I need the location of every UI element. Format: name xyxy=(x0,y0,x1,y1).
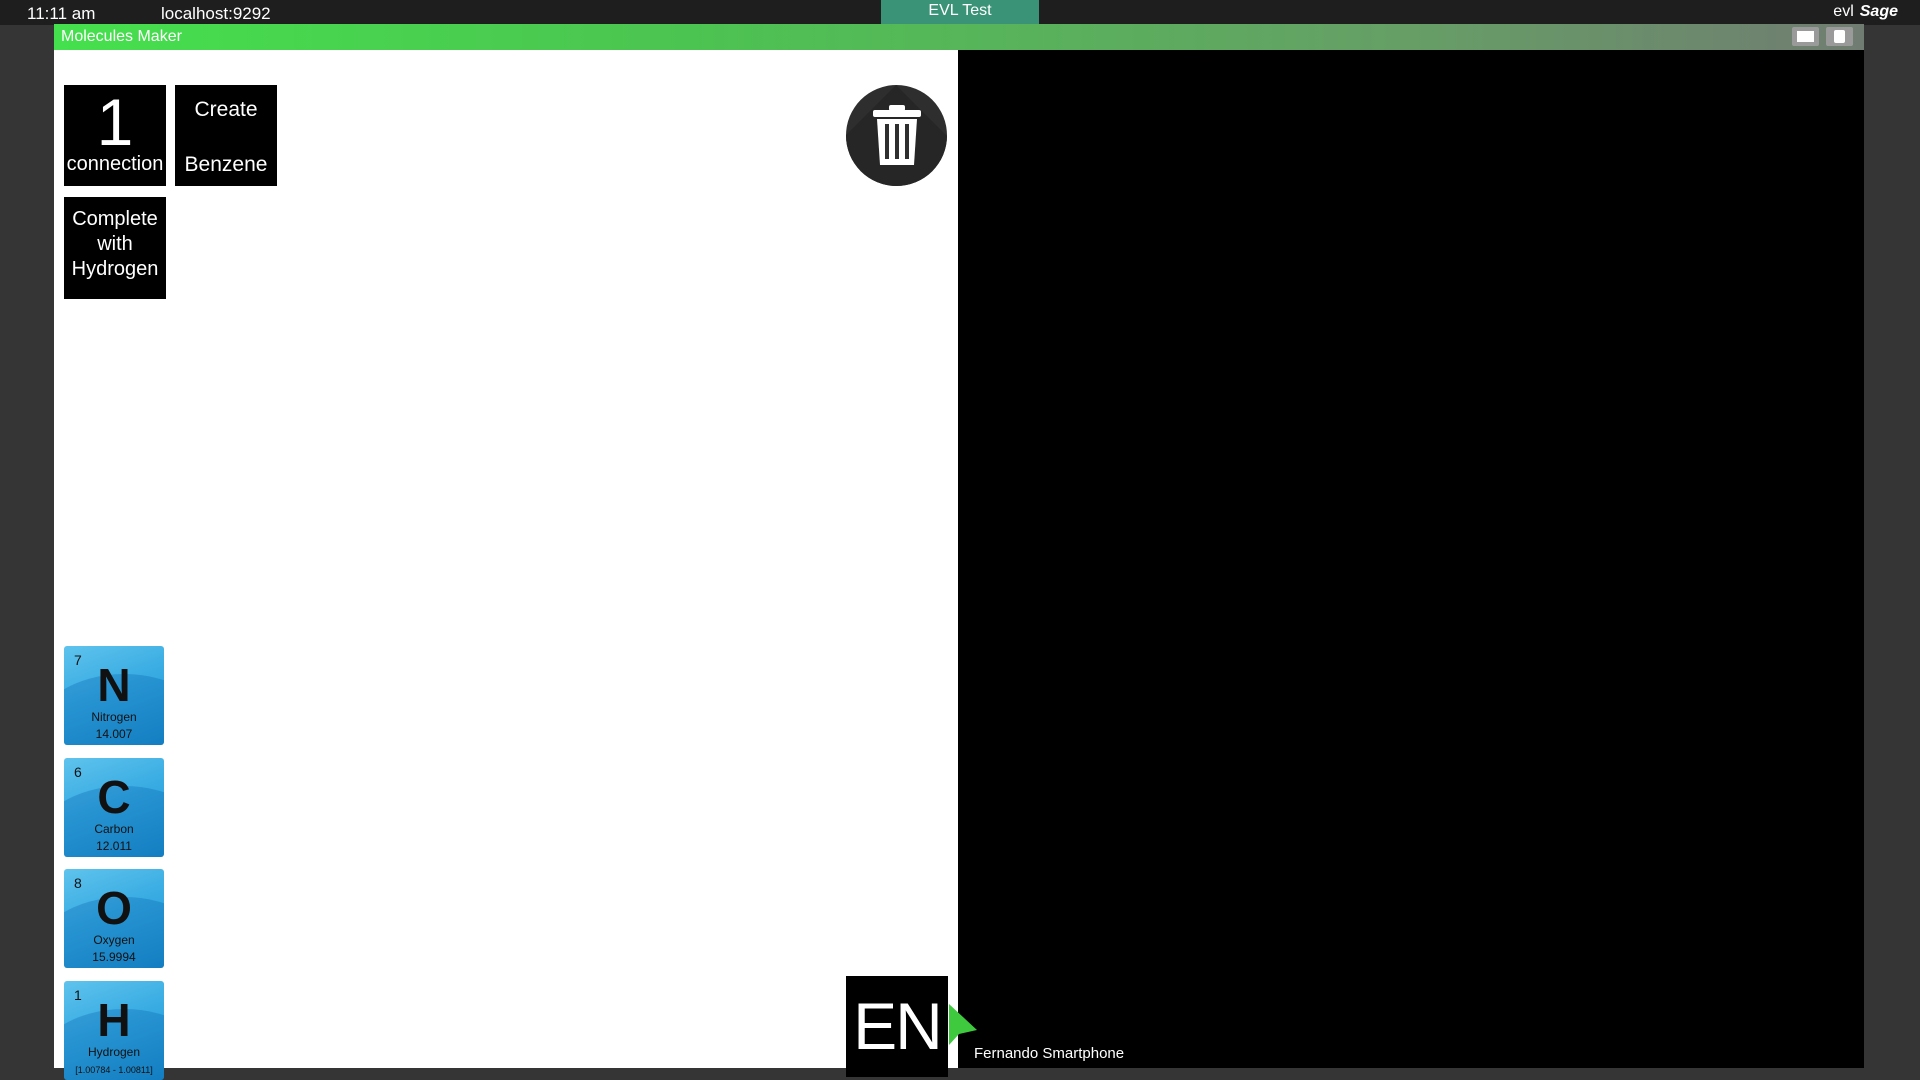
element-tile-nitrogen[interactable]: 7 N Nitrogen 14.007 xyxy=(64,646,164,745)
atomic-mass: 12.011 xyxy=(96,839,132,853)
atomic-mass: [1.00784 - 1.00811] xyxy=(75,1065,153,1075)
connection-label: connection xyxy=(66,153,164,175)
trash-icon xyxy=(873,105,921,165)
evl-logo-text: evl xyxy=(1833,3,1854,20)
shared-display-area xyxy=(958,50,1864,1068)
element-tile-carbon[interactable]: 6 C Carbon 12.011 xyxy=(64,758,164,857)
molecule-canvas[interactable]: 1 connection Create Benzene Complete wit… xyxy=(54,50,958,1080)
connection-count: 1 xyxy=(96,85,134,159)
close-button[interactable] xyxy=(1826,27,1853,46)
window-titlebar[interactable]: Molecules Maker xyxy=(54,24,1864,50)
complete-hydrogen-button[interactable]: Complete with Hydrogen xyxy=(64,197,166,299)
trash-button[interactable] xyxy=(846,85,947,186)
element-symbol: N xyxy=(97,659,131,711)
element-symbol: H xyxy=(97,994,131,1046)
remote-pointer-icon xyxy=(949,1004,977,1045)
connection-button[interactable]: 1 connection xyxy=(64,85,166,186)
complete-hydrogen-label-1: Complete xyxy=(72,208,158,230)
complete-hydrogen-label-3: Hydrogen xyxy=(71,258,159,280)
create-benzene-label-2: Benzene xyxy=(184,153,268,176)
create-benzene-label-1: Create xyxy=(194,98,258,121)
host-address: localhost:9292 xyxy=(161,4,271,23)
window-title: Molecules Maker xyxy=(61,28,182,45)
top-bar: 11:11 am localhost:9292 EVL Test evl Sage xyxy=(0,0,1920,25)
pointer-user-label: Fernando Smartphone xyxy=(974,1045,1125,1062)
atomic-mass: 14.007 xyxy=(95,727,133,741)
fullscreen-button[interactable] xyxy=(1792,27,1819,46)
element-name: Hydrogen xyxy=(87,1045,141,1059)
close-icon xyxy=(1834,30,1845,43)
app-window: Molecules Maker 1 connection Create Benz… xyxy=(54,24,1864,1080)
element-name: Carbon xyxy=(94,822,134,836)
fullscreen-icon xyxy=(1797,31,1814,42)
element-tile-oxygen[interactable]: 8 O Oxygen 15.9994 xyxy=(64,869,164,968)
element-symbol: C xyxy=(97,771,131,823)
logo: evl Sage xyxy=(1833,3,1898,21)
element-name: Oxygen xyxy=(93,933,135,947)
element-symbol: O xyxy=(96,882,132,934)
element-tile-hydrogen[interactable]: 1 H Hydrogen [1.00784 - 1.00811] xyxy=(64,981,164,1080)
sage-logo-text: Sage xyxy=(1859,3,1898,20)
complete-hydrogen-label-2: with xyxy=(97,233,133,255)
session-tab[interactable]: EVL Test xyxy=(881,0,1039,25)
element-name: Nitrogen xyxy=(91,710,137,724)
clock: 11:11 am xyxy=(27,4,96,23)
language-button[interactable]: EN xyxy=(846,976,948,1077)
create-benzene-button[interactable]: Create Benzene xyxy=(175,85,277,186)
atomic-mass: 15.9994 xyxy=(92,950,136,964)
